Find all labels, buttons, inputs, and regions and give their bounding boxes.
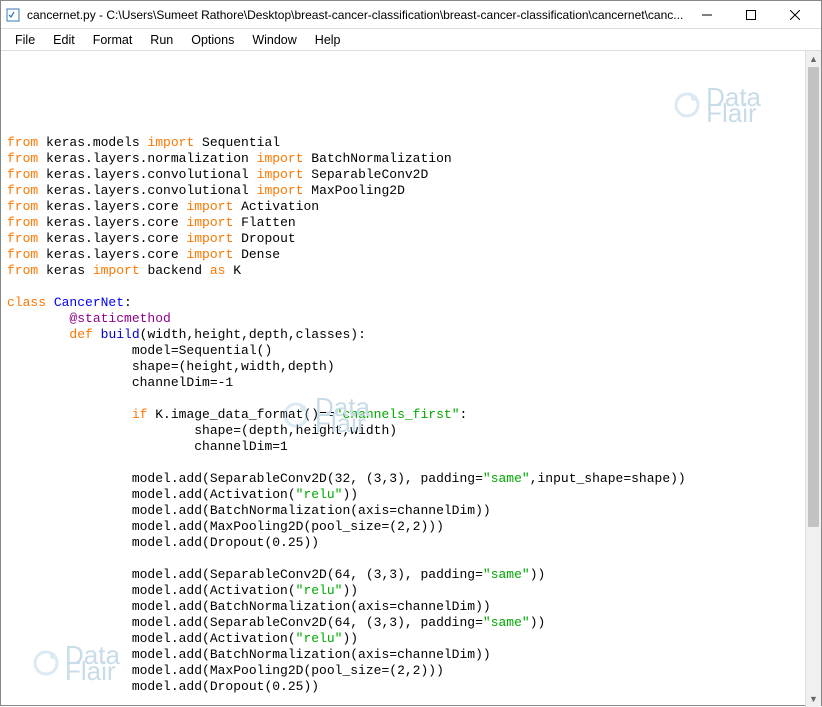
code-line: model.add(SeparableConv2D(64, (3,3), pad… [7,615,799,631]
vertical-scrollbar[interactable]: ▲ ▼ [805,51,821,707]
watermark-text: Flair [706,105,761,121]
code-line: from keras.layers.core import Dropout [7,231,799,247]
watermark-text: Data [706,89,761,105]
code-line: channelDim=1 [7,439,799,455]
menu-options[interactable]: Options [183,31,242,49]
code-line: from keras.layers.convolutional import S… [7,167,799,183]
code-line [7,695,799,707]
code-line: model.add(Activation("relu")) [7,631,799,647]
code-line: model.add(MaxPooling2D(pool_size=(2,2))) [7,663,799,679]
code-line: model.add(Activation("relu")) [7,583,799,599]
watermark-icon: DataFlair [672,89,761,121]
title-bar: cancernet.py - C:\Users\Sumeet Rathore\D… [1,1,821,29]
code-line: model.add(Dropout(0.25)) [7,535,799,551]
menu-format[interactable]: Format [85,31,141,49]
scroll-thumb[interactable] [808,67,819,527]
code-line [7,279,799,295]
code-content: from keras.models import Sequentialfrom … [7,135,799,707]
code-line: from keras.layers.core import Dense [7,247,799,263]
menu-file[interactable]: File [7,31,43,49]
code-line: model.add(Activation("relu")) [7,487,799,503]
scroll-down-arrow[interactable]: ▼ [806,691,821,707]
code-line: from keras.layers.convolutional import M… [7,183,799,199]
code-line: if K.image_data_format()=="channels_firs… [7,407,799,423]
code-line: model=Sequential() [7,343,799,359]
scroll-up-arrow[interactable]: ▲ [806,51,821,67]
maximize-button[interactable] [729,2,773,28]
code-line: from keras.layers.normalization import B… [7,151,799,167]
menu-bar: File Edit Format Run Options Window Help [1,29,821,51]
window-title: cancernet.py - C:\Users\Sumeet Rathore\D… [27,8,685,22]
code-line: def build(width,height,depth,classes): [7,327,799,343]
code-line: model.add(BatchNormalization(axis=channe… [7,647,799,663]
code-line: model.add(MaxPooling2D(pool_size=(2,2))) [7,519,799,535]
code-line: from keras.layers.core import Activation [7,199,799,215]
code-line [7,551,799,567]
code-line: model.add(BatchNormalization(axis=channe… [7,599,799,615]
close-button[interactable] [773,2,817,28]
code-line: from keras.models import Sequential [7,135,799,151]
menu-edit[interactable]: Edit [45,31,83,49]
code-line: from keras.layers.core import Flatten [7,215,799,231]
code-line: model.add(Dropout(0.25)) [7,679,799,695]
code-line: channelDim=-1 [7,375,799,391]
app-icon [5,7,21,23]
code-editor[interactable]: DataFlair DataFlair DataFlair from keras… [1,51,805,707]
code-line [7,391,799,407]
window-controls [685,2,817,28]
code-line: class CancerNet: [7,295,799,311]
code-line: shape=(height,width,depth) [7,359,799,375]
code-line: model.add(BatchNormalization(axis=channe… [7,503,799,519]
code-line: shape=(depth,height,width) [7,423,799,439]
minimize-button[interactable] [685,2,729,28]
code-line: @staticmethod [7,311,799,327]
editor-area: DataFlair DataFlair DataFlair from keras… [1,51,821,707]
menu-run[interactable]: Run [142,31,181,49]
code-line: model.add(SeparableConv2D(64, (3,3), pad… [7,567,799,583]
menu-help[interactable]: Help [307,31,349,49]
menu-window[interactable]: Window [244,31,304,49]
code-line: model.add(SeparableConv2D(32, (3,3), pad… [7,471,799,487]
code-line [7,455,799,471]
code-line: from keras import backend as K [7,263,799,279]
